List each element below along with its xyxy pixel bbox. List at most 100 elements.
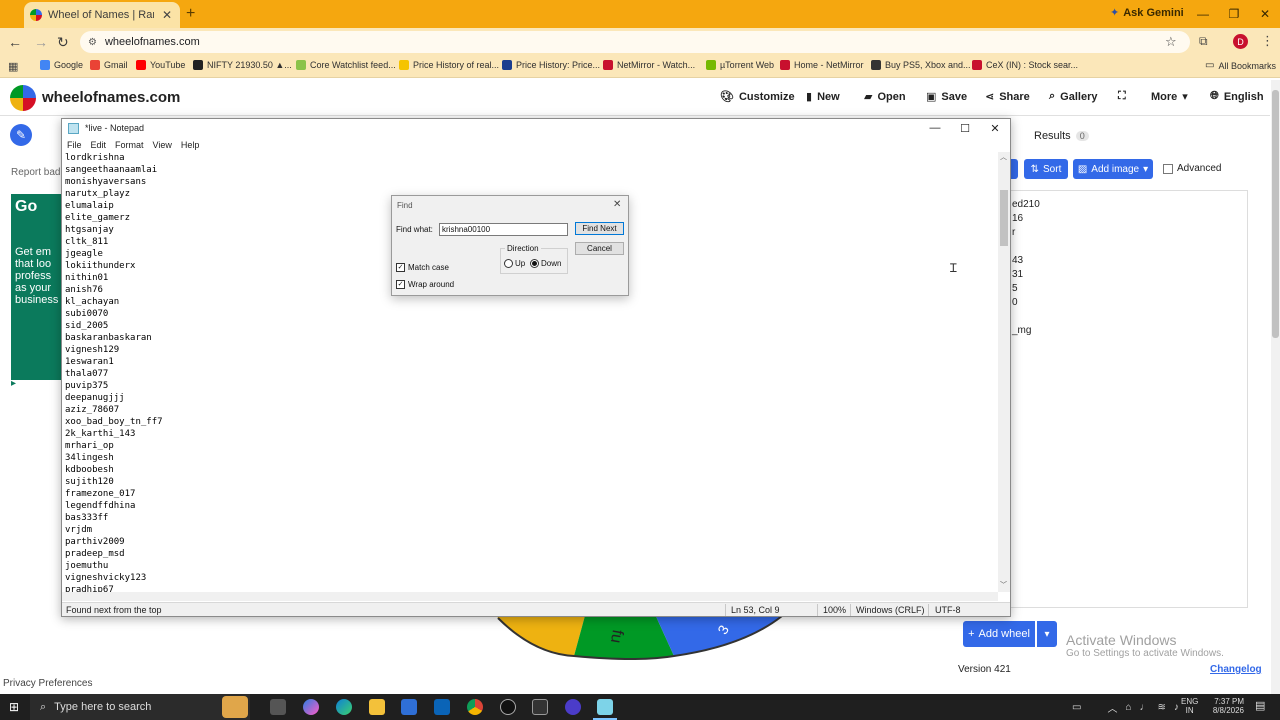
bookmark-item[interactable]: Price History of real... <box>399 60 499 70</box>
notepad-taskbar-icon[interactable] <box>597 699 613 715</box>
menu-format[interactable]: Format <box>115 140 144 150</box>
find-dialog[interactable]: Find ✕ Find what: krishna00100 Find Next… <box>391 195 629 296</box>
nav-new[interactable]: ▮ New <box>806 90 840 104</box>
notepad-vertical-scrollbar[interactable]: ︿ ﹀ <box>998 152 1010 592</box>
bookmark-item[interactable]: Google <box>40 60 83 70</box>
entries-textbox[interactable] <box>1005 190 1248 608</box>
bookmark-item[interactable]: Home - NetMirror <box>780 60 864 70</box>
menu-help[interactable]: Help <box>181 140 200 150</box>
checkbox-box[interactable] <box>1163 163 1173 174</box>
windows-start-icon[interactable]: ⊞ <box>9 700 19 714</box>
reload-icon[interactable]: ↻ <box>57 34 69 51</box>
bookmark-item[interactable]: Core Watchlist feed... <box>296 60 396 70</box>
radio-circle-selected[interactable] <box>530 259 539 268</box>
find-what-input[interactable]: krishna00100 <box>439 223 568 236</box>
edit-pencil-icon[interactable]: ✎ <box>10 124 32 146</box>
find-close-icon[interactable]: ✕ <box>613 199 621 210</box>
chrome-icon[interactable] <box>467 699 483 715</box>
widget-icon[interactable]: ▭ <box>1072 702 1081 713</box>
tab-results[interactable]: Results 0 <box>1034 130 1089 142</box>
scroll-down-icon[interactable]: ﹀ <box>1000 580 1007 590</box>
site-logo-icon[interactable] <box>10 85 36 111</box>
match-case-checkbox[interactable]: ✓ Match case <box>396 263 449 272</box>
nav-share[interactable]: ⋖ Share <box>985 90 1030 104</box>
nav-open[interactable]: ▰ Open <box>864 90 906 104</box>
forward-arrow-icon[interactable]: → <box>34 34 48 50</box>
notepad-titlebar[interactable]: *live - Notepad <box>62 119 1010 137</box>
microphone-icon[interactable]: ♩ <box>1140 702 1150 713</box>
bookmark-item[interactable]: NIFTY 21930.50 ▲... <box>193 60 292 70</box>
bookmark-item[interactable]: Buy PS5, Xbox and... <box>871 60 971 70</box>
notifications-icon[interactable]: ▤ <box>1255 699 1265 712</box>
nav-language[interactable]: 🌐︎ English <box>1210 90 1264 103</box>
language-indicator[interactable]: ENG IN <box>1181 697 1198 715</box>
notepad-minimize-icon[interactable]: — <box>920 119 950 137</box>
changelog-link[interactable]: Changelog <box>1210 664 1262 675</box>
bookmark-star-icon[interactable]: ☆ <box>1165 34 1177 50</box>
site-info-icon[interactable]: ⚙ <box>88 37 97 48</box>
fullscreen-icon[interactable]: ⛶ <box>1118 90 1126 103</box>
add-image-button[interactable]: ▨ Add image ▾ <box>1073 159 1153 179</box>
outlook-icon[interactable] <box>434 699 450 715</box>
apps-grid-icon[interactable]: ▦ <box>8 60 18 73</box>
radio-circle[interactable] <box>504 259 513 268</box>
bookmark-item[interactable]: µTorrent Web <box>706 60 774 70</box>
nav-gallery[interactable]: ⌕ Gallery <box>1049 90 1097 103</box>
close-tab-icon[interactable]: ✕ <box>160 8 174 22</box>
checkmark-icon[interactable]: ✓ <box>396 263 405 272</box>
all-bookmarks-button[interactable]: ▭ All Bookmarks <box>1205 60 1276 71</box>
wifi-icon[interactable]: ≋ <box>1158 702 1166 713</box>
address-bar[interactable]: ⚙ wheelofnames.com <box>80 31 1190 53</box>
bookmark-item[interactable]: Price History: Price... <box>502 60 600 70</box>
minimize-window-icon[interactable]: — <box>1188 4 1218 24</box>
close-window-icon[interactable]: ✕ <box>1250 4 1280 24</box>
extensions-icon[interactable]: ⧉ <box>1199 34 1208 49</box>
edge-icon[interactable] <box>336 699 352 715</box>
menu-file[interactable]: File <box>67 140 82 150</box>
wrap-around-checkbox[interactable]: ✓ Wrap around <box>396 280 454 289</box>
bookmark-item[interactable]: YouTube <box>136 60 185 70</box>
store-icon[interactable] <box>401 699 417 715</box>
taskbar-clock[interactable]: 7:37 PM 8/8/2026 <box>1204 697 1244 715</box>
page-scrollbar-thumb[interactable] <box>1272 90 1279 338</box>
notepad-close-icon[interactable]: ✕ <box>980 119 1010 137</box>
advanced-checkbox[interactable]: Advanced <box>1163 163 1221 174</box>
browser-tab[interactable]: Wheel of Names | Random nam ✕ <box>24 2 180 28</box>
taskbar-search-box[interactable]: ⌕ Type here to search <box>30 694 250 720</box>
notepad-horizontal-scrollbar[interactable] <box>62 592 998 601</box>
profile-avatar[interactable]: D <box>1233 34 1248 49</box>
copilot-icon[interactable] <box>303 699 319 715</box>
add-wheel-button[interactable]: + Add wheel <box>963 621 1035 647</box>
volume-icon[interactable]: ♪ <box>1174 702 1179 713</box>
restore-window-icon[interactable]: ❐ <box>1219 4 1249 24</box>
discord-icon[interactable] <box>565 699 581 715</box>
direction-up-radio[interactable]: Up <box>504 259 525 268</box>
back-arrow-icon[interactable]: ← <box>8 34 22 50</box>
ask-gemini-button[interactable]: ✦ Ask Gemini <box>1110 6 1184 20</box>
notepad-scroll-thumb[interactable] <box>1000 190 1008 246</box>
privacy-preferences-link[interactable]: Privacy Preferences <box>3 678 92 689</box>
search-highlight-image[interactable] <box>222 696 248 718</box>
bookmark-item[interactable]: Gmail <box>90 60 128 70</box>
network-icon[interactable]: ⌂ <box>1125 702 1131 713</box>
spinning-wheel[interactable]: fu 3 <box>494 612 784 660</box>
nav-save[interactable]: ▣ Save <box>926 90 967 104</box>
bookmark-item[interactable]: CeX (IN) : Stock sear... <box>972 60 1078 70</box>
scroll-up-icon[interactable]: ︿ <box>1000 152 1007 162</box>
nav-customize[interactable]: 🎨︎ Customize <box>720 90 795 104</box>
ad-choices-icon[interactable]: ▸ <box>11 378 16 389</box>
notepad-maximize-icon[interactable]: ☐ <box>950 119 980 137</box>
browser-menu-icon[interactable]: ⋮ <box>1261 33 1274 49</box>
nav-more[interactable]: More ▾ <box>1151 90 1188 104</box>
add-wheel-dropdown-button[interactable]: ▾ <box>1037 621 1057 647</box>
checkmark-icon[interactable]: ✓ <box>396 280 405 289</box>
menu-edit[interactable]: Edit <box>91 140 107 150</box>
file-explorer-icon[interactable] <box>369 699 385 715</box>
page-scrollbar[interactable] <box>1271 80 1280 694</box>
cancel-button[interactable]: Cancel <box>575 242 624 255</box>
github-icon[interactable] <box>500 699 516 715</box>
sort-button[interactable]: ⇅ Sort <box>1024 159 1068 179</box>
new-tab-button[interactable]: + <box>186 5 195 23</box>
task-view-icon[interactable] <box>270 699 286 715</box>
site-name[interactable]: wheelofnames.com <box>42 89 180 106</box>
